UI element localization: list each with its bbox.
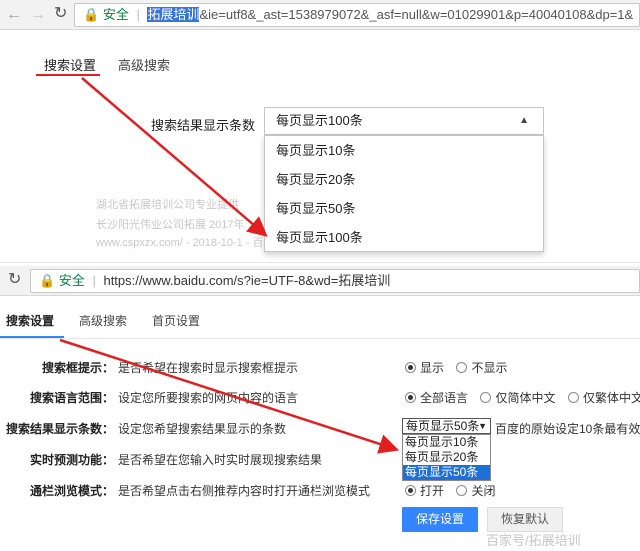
arrow-bottom [59, 338, 400, 454]
annotation-arrows [59, 77, 400, 454]
arrow-top [81, 77, 268, 237]
